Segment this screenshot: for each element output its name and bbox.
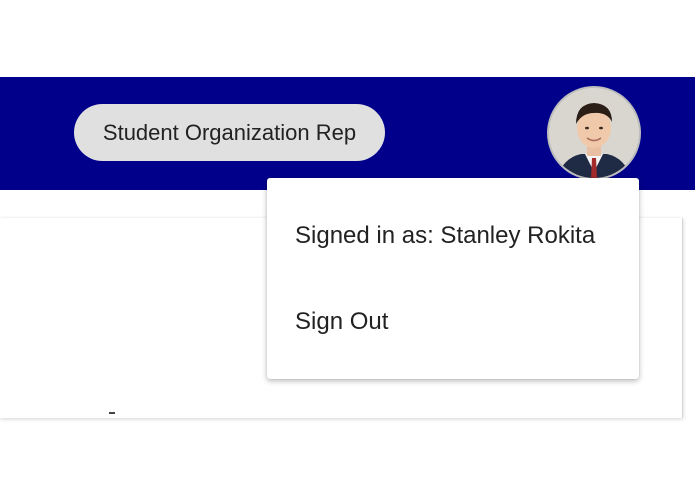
signed-in-as-item: Signed in as: Stanley Rokita bbox=[295, 222, 596, 249]
user-avatar-button[interactable] bbox=[549, 88, 639, 178]
user-photo-icon bbox=[549, 88, 639, 178]
page: Student Organization Rep Signed in as: S… bbox=[0, 0, 695, 494]
role-chip: Student Organization Rep bbox=[74, 104, 385, 161]
text-fragment bbox=[109, 412, 115, 414]
account-dropdown-menu: Signed in as: Stanley Rokita Sign Out bbox=[267, 178, 639, 379]
sign-out-menu-item[interactable]: Sign Out bbox=[295, 308, 388, 336]
